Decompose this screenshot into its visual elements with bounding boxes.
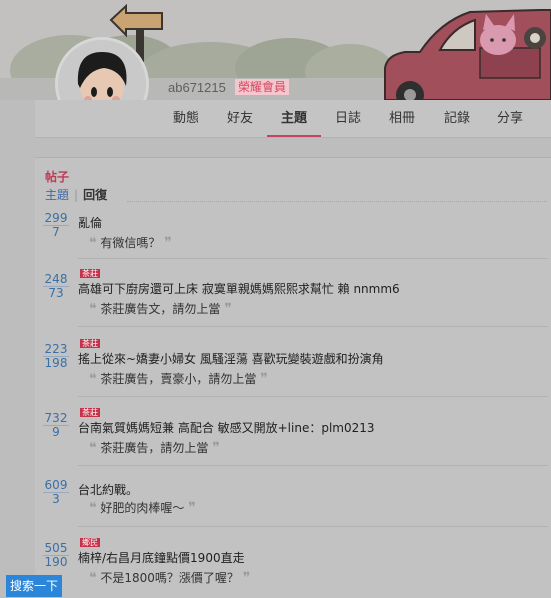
quote-text: 好肥的肉棒喔～ — [100, 501, 185, 515]
close-quote-icon: ❞ — [164, 235, 172, 251]
subtab-replies[interactable]: 回復 — [83, 188, 107, 202]
close-quote-icon: ❞ — [242, 570, 251, 586]
reply-count: 9 — [52, 425, 60, 439]
post-tag: 茶莊 — [80, 339, 100, 348]
post-quote: ❝ 有微信嗎？ ❞ — [89, 234, 172, 251]
section-title: 帖子 — [45, 170, 70, 184]
nav-item-album[interactable]: 相冊 — [384, 100, 420, 137]
post-title[interactable]: 高雄可下廚房還可上床 寂寞單親媽媽熙熙求幫忙 賴 nnmm6 — [78, 280, 400, 297]
reply-count: 198 — [44, 356, 68, 370]
quote-text: 茶莊廣告文，請勿上當 — [100, 302, 221, 316]
post-tag: 鄉民 — [80, 538, 100, 547]
post-title[interactable]: 亂倫 — [78, 214, 102, 231]
post-tag: 茶莊 — [80, 408, 100, 417]
profile-banner: ab671215 榮耀會員 — [0, 0, 551, 100]
open-quote-icon: ❝ — [89, 235, 97, 251]
post-quote: ❝ 好肥的肉棒喔～ ❞ — [89, 499, 196, 516]
profile-nav: 動態 好友 主題 日誌 相冊 記錄 分享 — [35, 100, 551, 138]
car-icon — [384, 9, 551, 100]
view-count: 248 — [43, 272, 69, 287]
row-divider — [78, 526, 548, 527]
open-quote-icon: ❝ — [89, 570, 97, 586]
post-counts: 505 190 — [43, 542, 69, 569]
row-divider — [78, 326, 548, 327]
post-quote: ❝ 茶莊廣告文，請勿上當 ❞ — [89, 300, 232, 317]
reply-count: 3 — [52, 492, 60, 506]
nav-item-topics[interactable]: 主題 — [267, 100, 321, 137]
open-quote-icon: ❝ — [89, 301, 97, 317]
close-quote-icon: ❞ — [224, 301, 232, 317]
quote-text: 茶莊廣告，賣豪小，請勿上當 — [100, 372, 257, 386]
username[interactable]: ab671215 — [168, 80, 226, 95]
subtab-topics[interactable]: 主題 — [45, 188, 69, 202]
post-counts: 248 73 — [43, 273, 69, 300]
search-button[interactable]: 搜索一下 — [6, 575, 62, 597]
row-divider — [78, 258, 548, 259]
post-title[interactable]: 搖上從來~嬌妻小婦女 風騷淫蕩 喜歡玩變裝遊戲和扮演角 — [78, 350, 384, 367]
nav-item-records[interactable]: 記錄 — [439, 100, 475, 137]
post-quote: ❝ 茶莊廣告，賣豪小，請勿上當 ❞ — [89, 370, 268, 387]
view-count: 223 — [43, 342, 69, 357]
reply-count: 190 — [44, 555, 68, 569]
view-count: 299 — [43, 211, 69, 226]
subtab-divider: | — [74, 188, 79, 202]
post-quote: ❝ 不是1800嗎？漲價了喔？ ❞ — [89, 569, 250, 586]
nav-item-diary[interactable]: 日誌 — [330, 100, 366, 137]
quote-text: 不是1800嗎？漲價了喔？ — [100, 571, 239, 585]
posts-panel: 帖子 主題 | 回復 299 7 亂倫 ❝ 有微信嗎？ ❞ 248 73 茶莊 高雄… — [35, 157, 551, 598]
post-counts: 732 9 — [43, 412, 69, 439]
member-badge: 榮耀會員 — [235, 79, 290, 95]
view-count: 505 — [43, 541, 69, 556]
open-quote-icon: ❝ — [89, 500, 97, 516]
close-quote-icon: ❞ — [212, 440, 220, 456]
post-subtabs: 主題 | 回復 — [45, 186, 107, 203]
close-quote-icon: ❞ — [260, 371, 268, 387]
post-title[interactable]: 楠梓/右昌月底鐘點價1900直走 — [78, 549, 245, 566]
quote-text: 茶莊廣告，請勿上當 — [100, 441, 209, 455]
nav-item-share[interactable]: 分享 — [492, 100, 528, 137]
avatar-cartoon-icon — [58, 40, 146, 100]
view-count: 609 — [43, 478, 69, 493]
open-quote-icon: ❝ — [89, 440, 97, 456]
view-count: 732 — [43, 411, 69, 426]
post-title[interactable]: 台北約戰。 — [78, 481, 138, 498]
nav-item-dynamics[interactable]: 動態 — [168, 100, 204, 137]
nav-item-friends[interactable]: 好友 — [222, 100, 258, 137]
quote-text: 有微信嗎？ — [100, 236, 161, 250]
row-divider — [78, 465, 548, 466]
reply-count: 7 — [52, 225, 60, 239]
post-tag: 茶莊 — [80, 269, 100, 278]
post-counts: 223 198 — [43, 343, 69, 370]
divider — [127, 201, 547, 202]
row-divider — [78, 396, 548, 397]
post-counts: 299 7 — [43, 212, 69, 239]
open-quote-icon: ❝ — [89, 371, 97, 387]
avatar[interactable] — [55, 37, 149, 100]
reply-count: 73 — [48, 286, 64, 300]
close-quote-icon: ❞ — [188, 500, 196, 516]
post-quote: ❝ 茶莊廣告，請勿上當 ❞ — [89, 439, 220, 456]
post-title[interactable]: 台南氣質媽媽短兼 高配合 敏感又開放+line：plm0213 — [78, 419, 375, 436]
post-counts: 609 3 — [43, 479, 69, 506]
